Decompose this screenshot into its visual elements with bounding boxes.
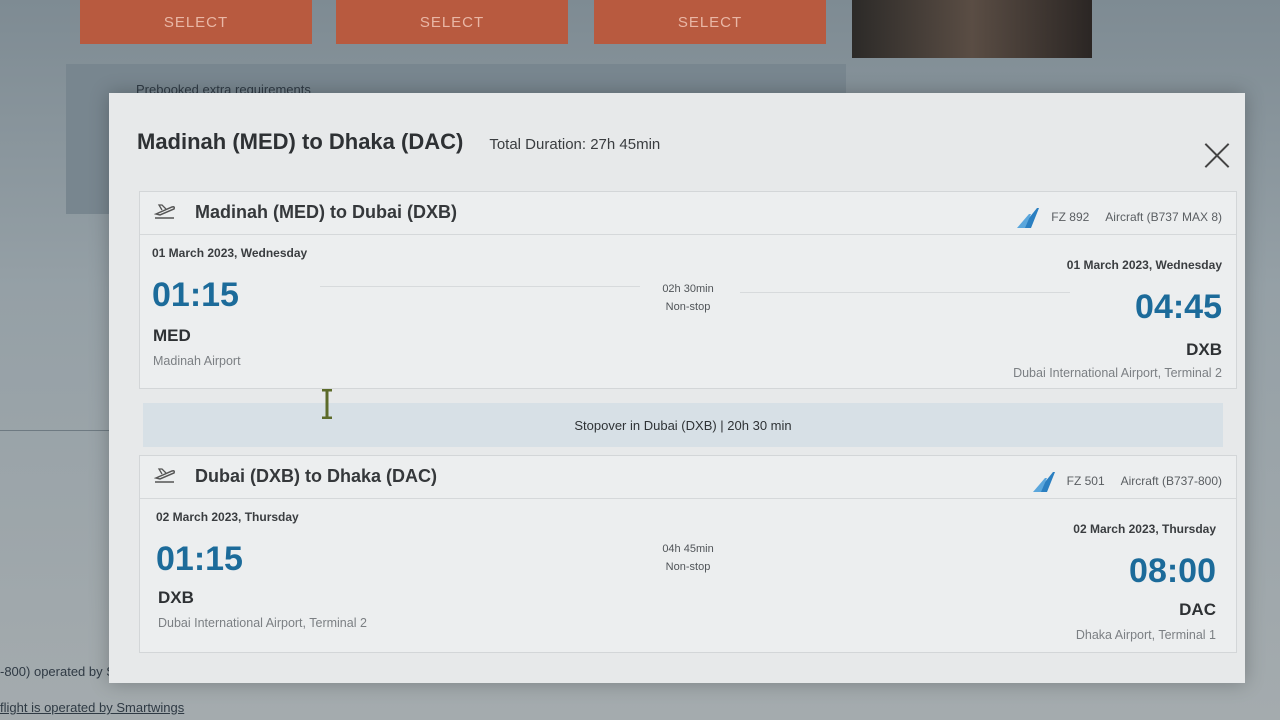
leg-stops: Non-stop	[665, 301, 711, 313]
stopover-banner: Stopover in Dubai (DXB) | 20h 30 min	[143, 403, 1223, 447]
leg-duration-block: 04h 45min Non-stop	[140, 540, 1236, 576]
arrival-airport: Dhaka Airport, Terminal 1	[1075, 628, 1216, 642]
select-button-3[interactable]: SELECT	[594, 0, 826, 44]
select-button-2[interactable]: SELECT	[336, 0, 568, 44]
plane-departure-icon	[154, 204, 175, 219]
arrival-code: DAC	[1179, 600, 1216, 619]
airline-logo-icon	[1032, 472, 1055, 492]
text-cursor-icon	[322, 389, 332, 419]
departure-code: MED	[153, 326, 191, 345]
leg-duration-block: 02h 30min Non-stop	[140, 280, 1236, 316]
leg-duration: 04h 45min	[662, 543, 714, 555]
total-duration: Total Duration: 27h 45min	[489, 136, 661, 153]
airline-logo-icon	[1017, 208, 1040, 228]
aircraft-type: Aircraft (B737 MAX 8)	[1105, 210, 1222, 224]
departure-date: 02 March 2023, Thursday	[156, 510, 299, 524]
leg-route: Madinah (MED) to Dubai (DXB)	[195, 202, 457, 222]
flight-info: FZ 892 Aircraft (B737 MAX 8)	[1017, 206, 1222, 228]
flight-details-modal: Madinah (MED) to Dhaka (DAC) Total Durat…	[109, 93, 1245, 683]
arrival-code: DXB	[1186, 340, 1222, 359]
leg-duration: 02h 30min	[662, 283, 714, 295]
flight-info: FZ 501 Aircraft (B737-800)	[1032, 470, 1222, 492]
close-icon[interactable]	[1203, 141, 1231, 169]
departure-date: 01 March 2023, Wednesday	[152, 246, 308, 260]
modal-header: Madinah (MED) to Dhaka (DAC) Total Durat…	[137, 129, 1225, 155]
arrival-airport: Dubai International Airport, Terminal 2	[1013, 366, 1222, 380]
leg-header: Dubai (DXB) to Dhaka (DAC) FZ 501 Aircra…	[140, 456, 1236, 499]
departure-airport: Dubai International Airport, Terminal 2	[158, 616, 367, 630]
departure-airport: Madinah Airport	[153, 354, 241, 368]
leg-header: Madinah (MED) to Dubai (DXB) FZ 892 Airc…	[140, 192, 1236, 235]
flight-leg-1: Madinah (MED) to Dubai (DXB) FZ 892 Airc…	[139, 191, 1237, 389]
modal-title: Madinah (MED) to Dhaka (DAC)	[137, 129, 464, 154]
flight-number: FZ 892	[1051, 210, 1090, 224]
background-photo	[852, 0, 1092, 58]
select-button-1[interactable]: SELECT	[80, 0, 312, 44]
departure-code: DXB	[158, 588, 194, 607]
flight-number: FZ 501	[1066, 474, 1105, 488]
arrival-date: 02 March 2023, Thursday	[1073, 522, 1216, 536]
arrival-date: 01 March 2023, Wednesday	[1066, 258, 1222, 272]
plane-departure-icon	[154, 468, 175, 483]
aircraft-type: Aircraft (B737-800)	[1120, 474, 1222, 488]
leg-stops: Non-stop	[665, 561, 711, 573]
divider	[0, 430, 110, 431]
flight-leg-2: Dubai (DXB) to Dhaka (DAC) FZ 501 Aircra…	[139, 455, 1237, 653]
leg-route: Dubai (DXB) to Dhaka (DAC)	[195, 466, 437, 486]
footer-link[interactable]: flight is operated by Smartwings	[0, 700, 184, 715]
